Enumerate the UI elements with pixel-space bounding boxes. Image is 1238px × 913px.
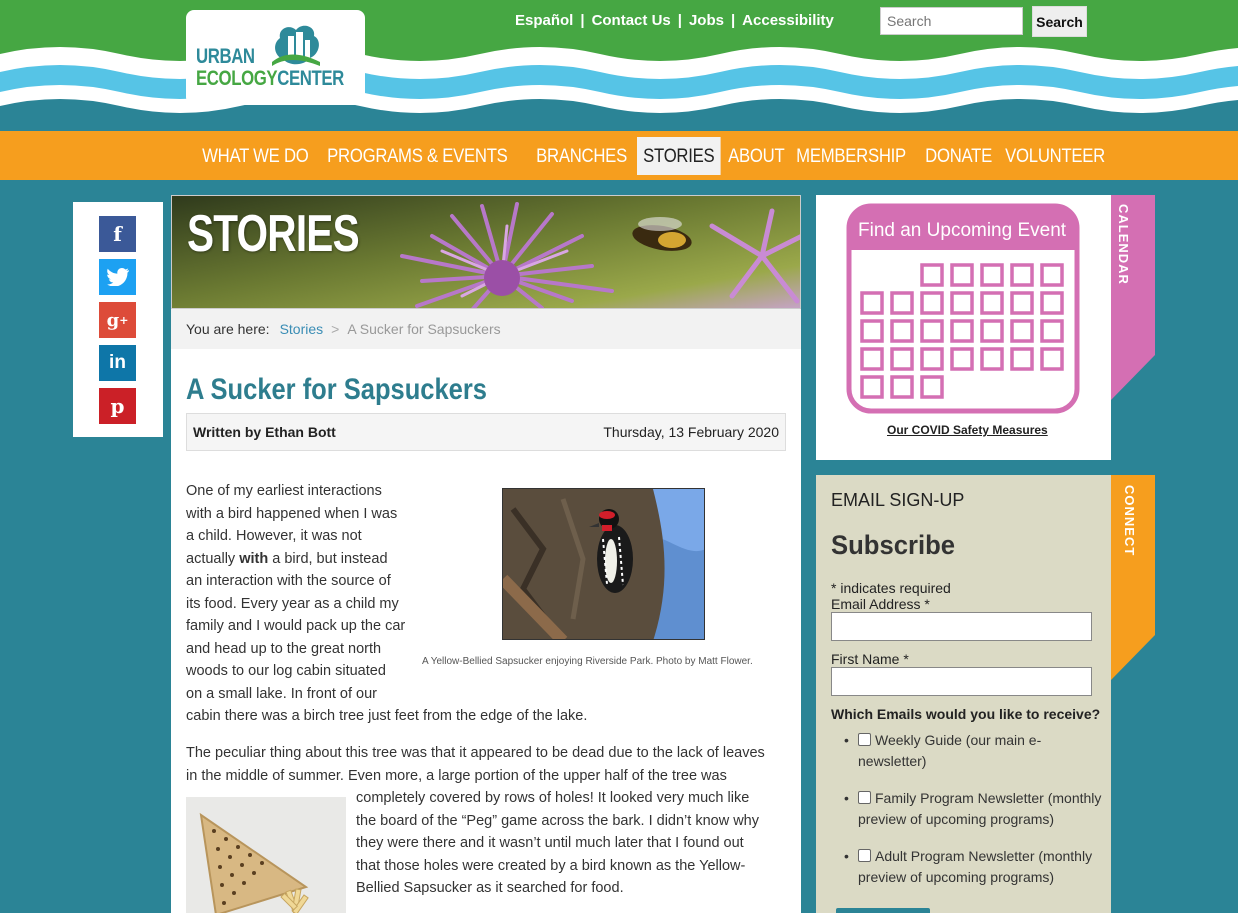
separator: |: [730, 12, 736, 29]
text-line: that those holes were created by a bird …: [356, 857, 746, 874]
google-plus-icon[interactable]: g +: [99, 302, 136, 338]
first-name-label: First Name *: [831, 651, 909, 667]
banner-title: STORIES: [187, 205, 360, 263]
required-note: * indicates required: [831, 580, 951, 596]
nav-stories[interactable]: STORIES: [637, 137, 721, 175]
article-container: STORIES You are here: Stories > A Sucker fo…: [171, 195, 801, 913]
calendar-tab-label[interactable]: CALENDAR: [1116, 204, 1131, 285]
text-line: cabin there was a birch tree just feet f…: [186, 708, 588, 724]
paragraph-2-wrap: completely covered by rows of holes! It …: [356, 787, 759, 900]
option-label: Family Program Newsletter (monthly: [875, 790, 1102, 806]
search-input[interactable]: [880, 7, 1023, 35]
article-meta: Written by Ethan Bott Thursday, 13 Febru…: [186, 413, 786, 451]
social-share-bar: f g + in p: [73, 202, 163, 437]
family-newsletter-checkbox[interactable]: [858, 791, 871, 804]
text-line: The peculiar thing about this tree was t…: [186, 745, 765, 761]
pinterest-icon[interactable]: p: [99, 388, 136, 424]
logo-ecology: ECOLOGY: [196, 67, 278, 90]
subscribe-heading: Subscribe: [831, 530, 956, 560]
link-jobs[interactable]: Jobs: [689, 12, 724, 29]
utility-links: Español | Contact Us | Jobs | Accessibility: [515, 12, 834, 29]
email-signup-panel: EMAIL SIGN-UP Subscribe * indicates requ…: [816, 475, 1111, 913]
link-contact-us[interactable]: Contact Us: [592, 12, 671, 29]
breadcrumb: You are here: Stories > A Sucker for Sapsuc…: [171, 309, 801, 349]
logo-line1: URBAN: [196, 45, 255, 68]
search-button[interactable]: Search: [1032, 6, 1087, 37]
paragraph-2: The peculiar thing about this tree was t…: [186, 742, 765, 787]
article-title: A Sucker for Sapsuckers: [186, 373, 487, 406]
adult-newsletter-checkbox[interactable]: [858, 849, 871, 862]
option-label: Weekly Guide (our main e-: [875, 732, 1042, 748]
sapsucker-photo[interactable]: [502, 488, 705, 640]
logo-center: CENTER: [277, 67, 344, 90]
weekly-guide-checkbox[interactable]: [858, 733, 871, 746]
first-name-field[interactable]: [831, 667, 1092, 696]
site-header: URBAN ECOLOGYCENTER Español | Contact Us | J…: [0, 0, 1238, 131]
nav-about[interactable]: ABOUT: [722, 137, 791, 175]
calendar-icon[interactable]: Find an Upcoming Event: [816, 195, 1111, 420]
photo-caption: A Yellow-Bellied Sapsucker enjoying Rive…: [422, 656, 753, 667]
bold-word: with: [239, 550, 269, 567]
email-signup-heading: EMAIL SIGN-UP: [831, 490, 965, 510]
nav-branches[interactable]: BRANCHES: [530, 137, 633, 175]
nav-what-we-do[interactable]: WHAT WE DO: [196, 137, 315, 175]
option-adult-newsletter: • Adult Program Newsletter (monthly previ…: [844, 846, 1104, 888]
facebook-icon[interactable]: f: [99, 216, 136, 252]
subscribe-button[interactable]: [836, 908, 930, 913]
nav-donate[interactable]: DONATE: [919, 137, 998, 175]
link-accessibility[interactable]: Accessibility: [742, 12, 834, 29]
site-logo[interactable]: URBAN ECOLOGYCENTER: [186, 10, 365, 105]
stories-banner: STORIES: [171, 195, 801, 309]
calendar-heading: Find an Upcoming Event: [858, 220, 1067, 241]
breadcrumb-current: A Sucker for Sapsuckers: [347, 321, 501, 337]
option-label-cont: preview of upcoming programs): [858, 869, 1055, 885]
peg-game-photo[interactable]: [186, 797, 346, 913]
email-label: Email Address *: [831, 596, 930, 612]
text-line: completely covered by rows of holes! It …: [356, 790, 750, 806]
twitter-icon[interactable]: [99, 259, 136, 295]
text-fragment: actually: [186, 550, 240, 567]
option-family-newsletter: • Family Program Newsletter (monthly prev…: [844, 788, 1104, 830]
text-line: on a small lake. In front of our: [186, 685, 378, 702]
nav-programs-events[interactable]: PROGRAMS & EVENTS: [321, 137, 514, 175]
option-label: Adult Program Newsletter (monthly: [875, 848, 1093, 864]
breadcrumb-link-stories[interactable]: Stories: [280, 321, 324, 337]
text-line: they were there and it wasn’t until much…: [356, 835, 744, 851]
bullet: •: [844, 732, 849, 748]
calendar-widget[interactable]: Find an Upcoming Event: [816, 195, 1111, 460]
separator: |: [677, 12, 682, 29]
email-field[interactable]: [831, 612, 1092, 641]
bullet: •: [844, 848, 849, 864]
nav-membership[interactable]: MEMBERSHIP: [790, 137, 912, 175]
nav-volunteer[interactable]: VOLUNTEER: [999, 137, 1111, 175]
main-nav: WHAT WE DO PROGRAMS & EVENTS BRANCHES ST…: [0, 131, 1238, 180]
text-line: the board of the “Peg” game across the b…: [356, 812, 759, 829]
option-label-cont: preview of upcoming programs): [858, 811, 1055, 827]
option-label-cont: newsletter): [858, 753, 927, 769]
connect-tab-label[interactable]: CONNECT: [1122, 485, 1137, 556]
email-preferences-question: Which Emails would you like to receive?: [831, 706, 1101, 722]
linkedin-icon[interactable]: in: [99, 345, 136, 381]
text-fragment: a bird, but instead: [268, 550, 388, 567]
article-date: Thursday, 13 February 2020: [603, 424, 779, 440]
text-line: Bellied Sapsucker as it searched for foo…: [356, 880, 624, 896]
covid-safety-link[interactable]: Our COVID Safety Measures: [887, 423, 1048, 437]
link-espanol[interactable]: Español: [515, 12, 573, 29]
separator: |: [580, 12, 585, 29]
text-line: in the middle of summer. Even more, a la…: [186, 767, 727, 784]
breadcrumb-separator: >: [331, 321, 340, 337]
breadcrumb-prefix: You are here:: [186, 321, 270, 337]
option-weekly-guide: • Weekly Guide (our main e-newsletter): [844, 730, 1104, 772]
bullet: •: [844, 790, 849, 806]
article-author: Written by Ethan Bott: [193, 424, 336, 440]
